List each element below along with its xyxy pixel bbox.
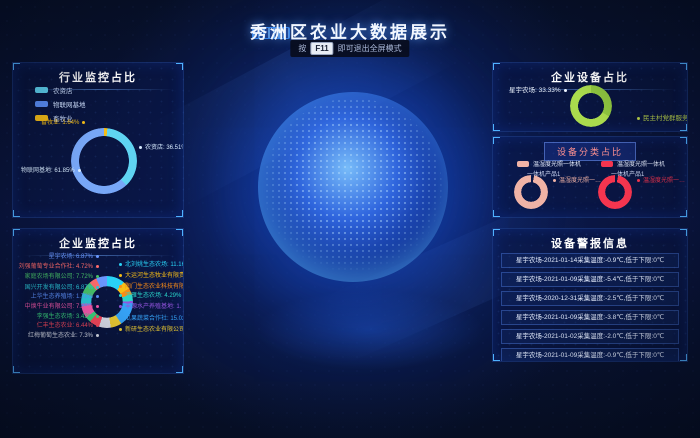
slice-label: 陶门生态农业科技有限公 <box>119 284 184 291</box>
hint-suffix: 即可退出全屏模式 <box>338 43 402 54</box>
slice-label: 家庭农场有限公司: 7.72% <box>25 274 99 281</box>
corner-bracket <box>176 366 184 374</box>
slice-label: 仁丰生态农业: 6.44% <box>37 323 99 330</box>
slice-label: 温湿度光照一… <box>553 178 601 185</box>
corner-bracket <box>12 366 20 374</box>
slice-label: 温湿度光照一… <box>637 178 685 185</box>
device-class-left-donut <box>514 175 548 209</box>
floor-glow <box>255 290 485 370</box>
slice-label-iot-base: 物联网基地: 61.85% <box>21 168 81 175</box>
panel-device-ratio: 企业设备占比 星宇农场: 33.33% 民主村党群服务中心 <box>492 62 688 132</box>
panel-title: 企业监控占比 <box>13 229 183 251</box>
legend-label: 农资店 <box>53 85 73 95</box>
device-ratio-donut-chart <box>570 85 612 127</box>
legend-item[interactable]: 农资店 <box>35 85 86 95</box>
corner-bracket <box>680 354 688 362</box>
legend-swatch <box>35 101 48 107</box>
legend-swatch <box>601 161 613 167</box>
panel-title: 企业设备占比 <box>493 63 687 85</box>
legend-swatch <box>35 87 48 93</box>
slice-label-xingyu: 星宇农场: 33.33% <box>509 87 567 94</box>
panel-title: 行业监控占比 <box>13 63 183 85</box>
slice-label: 星宇农场: 6.87% <box>49 254 99 261</box>
panel-device-classification: 设备分类占比 温湿度光照一体机 一体机产品1 温湿度光照一… 温湿度光照一体机 … <box>492 136 688 218</box>
alarm-list[interactable]: 星宇农场-2021-01-14采集温度:-0.9℃,低于下限:0℃ 星宇农场-2… <box>501 253 679 362</box>
corner-bracket <box>680 124 688 132</box>
legend-item[interactable]: 温湿度光照一体机 <box>601 159 665 168</box>
slice-label: 新研生态农业有限公司: 6.87% <box>119 327 184 334</box>
slice-label-livestock: 畜牧业: 1.64% <box>41 120 85 127</box>
corner-bracket <box>176 62 184 70</box>
corner-bracket <box>176 228 184 236</box>
alarm-row: 星宇农场-2021-01-02采集温度:-2.0℃,低于下限:0℃ <box>501 329 679 344</box>
slice-label: 李强生态农场: 3.42% <box>37 314 99 321</box>
corner-bracket <box>680 210 688 218</box>
slice-label: 上华生态养殖场: 1.72% <box>31 294 99 301</box>
corner-bracket <box>176 210 184 218</box>
alarm-row: 星宇农场-2021-01-09采集温度:-0.9℃,低于下限:0℃ <box>501 348 679 362</box>
device-class-right-donut <box>598 175 632 209</box>
corner-bracket <box>680 228 688 236</box>
legend-swatch <box>517 161 529 167</box>
panel-device-alarms: 设备警报信息 星宇农场-2021-01-14采集温度:-0.9℃,低于下限:0℃… <box>492 228 688 362</box>
legend-label: 温湿度光照一体机 <box>617 159 665 168</box>
slice-label: 丰源水产养殖基地: 1. <box>119 304 181 311</box>
corner-bracket <box>12 228 20 236</box>
corner-bracket <box>492 124 500 132</box>
corner-bracket <box>492 210 500 218</box>
corner-bracket <box>12 210 20 218</box>
slice-label: 北刘姚生态农场: 11.16% <box>119 262 184 269</box>
slice-label-minzhu: 民主村党群服务中心 <box>637 115 688 122</box>
alarm-row: 星宇农场-2021-01-09采集温度:-5.4℃,低于下限:0℃ <box>501 272 679 287</box>
hint-prefix: 按 <box>298 43 306 54</box>
panel-title: 设备警报信息 <box>493 229 687 251</box>
fullscreen-hint: 按 F11 即可退出全屏模式 <box>290 40 409 57</box>
corner-bracket <box>12 62 20 70</box>
panel-enterprise-monitor-ratio: 企业监控占比 星宇农场: 6.87% 刘强葡萄专业合作社: 4.72% 家庭农场… <box>12 228 184 374</box>
corner-bracket <box>492 62 500 70</box>
slice-label: 红梅葡萄生态农业: 7.3% <box>28 333 99 340</box>
corner-bracket <box>492 354 500 362</box>
corner-bracket <box>492 136 500 144</box>
corner-bracket <box>680 62 688 70</box>
industry-donut-chart <box>71 128 137 194</box>
corner-bracket <box>492 228 500 236</box>
slice-label: 刘强葡萄专业合作社: 4.72% <box>19 264 99 271</box>
slice-label: 中焕牛业有限公司: 7.29% <box>25 304 99 311</box>
legend-label: 温湿度光照一体机 <box>533 159 581 168</box>
legend-item[interactable]: 温湿度光照一体机 <box>517 159 581 168</box>
slice-label: 国兴开发有限公司: 6.87% <box>25 285 99 292</box>
panel-industry-monitor-ratio: 行业监控占比 农资店 物联网基地 畜牧业 畜牧业: 1.64% 农资店: 36.… <box>12 62 184 218</box>
legend-item[interactable]: 物联网基地 <box>35 99 86 109</box>
slice-label-agri-store: 农资店: 36.51% <box>139 145 184 152</box>
alarm-row: 星宇农场-2021-01-09采集温度:-3.8℃,低于下限:0℃ <box>501 310 679 325</box>
legend-label: 物联网基地 <box>53 99 86 109</box>
f11-key-badge: F11 <box>310 42 333 55</box>
alarm-row: 星宇农场-2021-01-14采集温度:-0.9℃,低于下限:0℃ <box>501 253 679 268</box>
slice-label: 大运河生态牧业有限责任公 <box>119 273 184 280</box>
corner-bracket <box>680 136 688 144</box>
slice-label: 瓜果蔬菜合作社: 15.02% <box>119 316 184 323</box>
alarm-row: 星宇农场-2020-12-31采集温度:-2.5℃,低于下限:0℃ <box>501 291 679 306</box>
globe-visualization <box>258 92 448 282</box>
slice-label: 鸿雁生态农场: 4.29% <box>119 293 181 300</box>
